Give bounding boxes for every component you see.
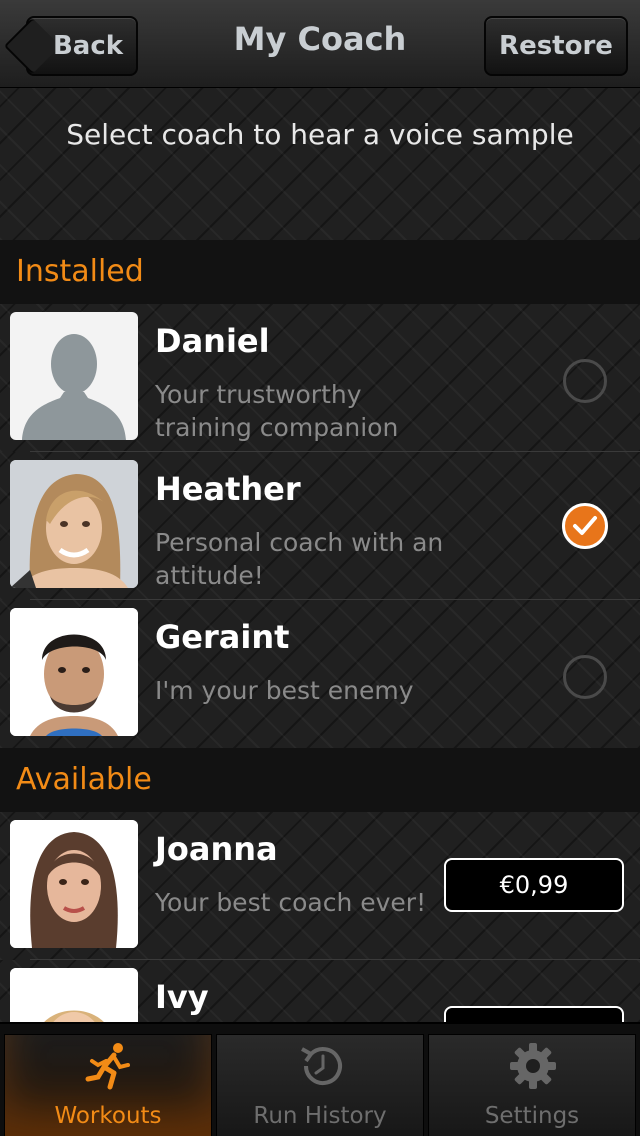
- coach-row-daniel[interactable]: Daniel Your trustworthy training compani…: [0, 304, 640, 452]
- geraint-photo: [10, 608, 138, 736]
- radio-checked-icon[interactable]: [562, 503, 608, 549]
- coach-name: Daniel: [155, 322, 270, 360]
- tab-settings[interactable]: Settings: [428, 1034, 636, 1136]
- coach-row-joanna[interactable]: Joanna Your best coach ever! €0,99: [0, 812, 640, 960]
- coach-description: Personal coach with an attitude!: [155, 528, 444, 590]
- radio-unselected-icon[interactable]: [563, 359, 607, 403]
- runner-icon: [85, 1043, 130, 1090]
- restore-button[interactable]: Restore: [484, 16, 628, 76]
- buy-price-button[interactable]: €0,99: [444, 858, 624, 912]
- tab-label: Workouts: [54, 1103, 162, 1129]
- coach-name: Ivy: [155, 978, 209, 1016]
- buy-price-button[interactable]: [444, 1006, 624, 1022]
- coach-description: Your best coach ever!: [155, 888, 427, 917]
- nav-bar: Back My Coach Restore: [0, 0, 640, 88]
- coach-description: Your trustworthy training companion: [155, 380, 399, 442]
- tab-label: Run History: [253, 1103, 387, 1129]
- tab-label: Settings: [484, 1103, 580, 1129]
- subtitle-area: Select coach to hear a voice sample: [0, 88, 640, 240]
- coach-name: Heather: [155, 470, 301, 508]
- history-clock-icon: [301, 1047, 342, 1086]
- heather-photo: [10, 460, 138, 588]
- coach-row-geraint[interactable]: Geraint I'm your best enemy: [0, 600, 640, 748]
- tab-bar: Workouts Run History Settings: [0, 1022, 640, 1136]
- tab-run-history[interactable]: Run History: [216, 1034, 424, 1136]
- coach-name: Joanna: [155, 830, 278, 868]
- coach-row-ivy[interactable]: Ivy: [0, 960, 640, 1022]
- voice-sample-hint: Select coach to hear a voice sample: [66, 118, 574, 151]
- coach-description: I'm your best enemy: [155, 676, 414, 705]
- section-header-available: Available: [0, 748, 640, 812]
- joanna-photo: [10, 820, 138, 948]
- coach-row-heather[interactable]: Heather Personal coach with an attitude!: [0, 452, 640, 600]
- section-header-installed: Installed: [0, 240, 640, 304]
- coach-name: Geraint: [155, 618, 290, 656]
- avatar-placeholder-icon: [10, 312, 138, 440]
- ivy-photo: [10, 968, 138, 1022]
- radio-unselected-icon[interactable]: [563, 655, 607, 699]
- gear-icon: [510, 1043, 556, 1089]
- tab-workouts[interactable]: Workouts: [4, 1034, 212, 1136]
